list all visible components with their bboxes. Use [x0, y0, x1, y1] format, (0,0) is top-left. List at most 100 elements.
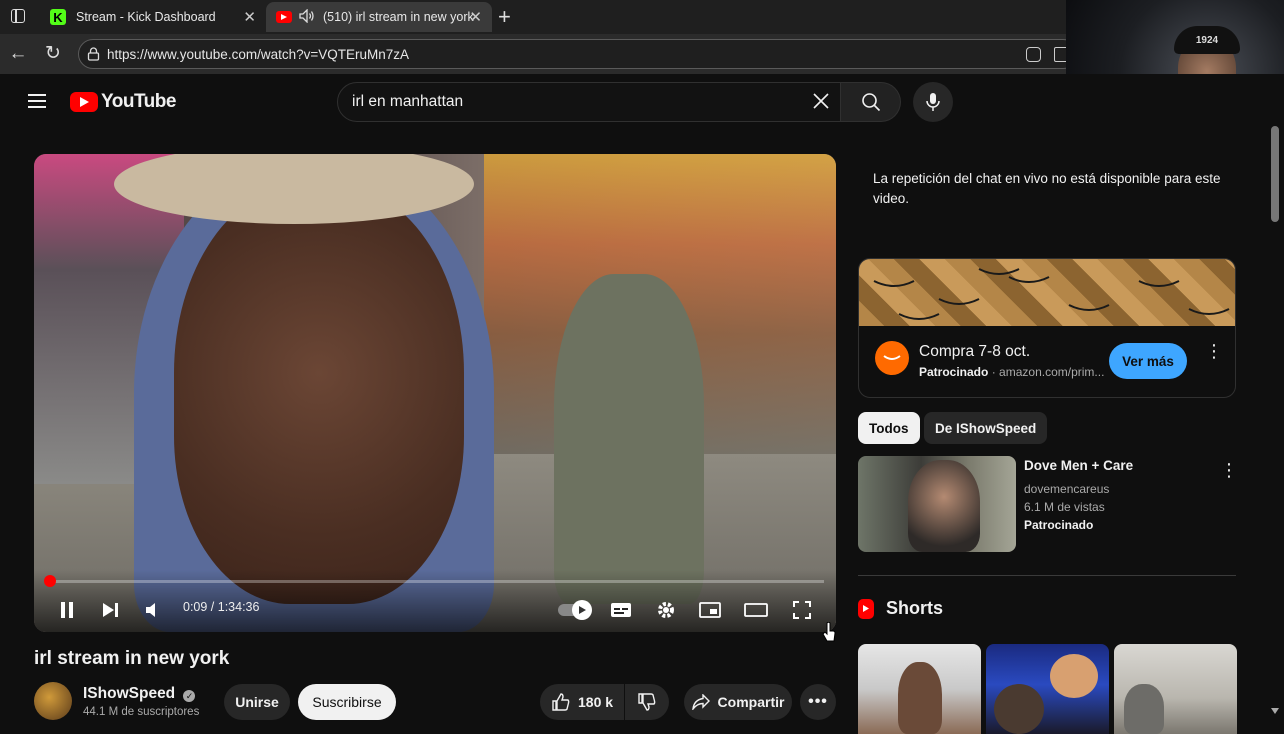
new-tab-icon[interactable]: + [498, 4, 511, 30]
ad-separator: · [991, 365, 1000, 379]
chip-from-channel[interactable]: De IShowSpeed [924, 412, 1048, 444]
youtube-header: YouTube irl en manhattan [0, 74, 1264, 130]
channel-row: IShowSpeed ✓ 44.1 M de suscriptores Unir… [34, 680, 836, 720]
webcam-cap: 1924 [1174, 26, 1240, 54]
tab-youtube[interactable]: (510) irl stream in new york ✕ [266, 2, 492, 32]
scrollbar-thumb[interactable] [1271, 126, 1279, 222]
subtitles-button[interactable] [609, 596, 633, 624]
progress-bar[interactable] [44, 575, 824, 587]
theater-mode-button[interactable] [743, 596, 769, 624]
sidebar-divider [858, 575, 1236, 576]
share-label: Compartir [717, 694, 785, 710]
volume-button[interactable] [142, 596, 164, 624]
fullscreen-button[interactable] [790, 596, 814, 624]
miniplayer-icon [699, 602, 721, 618]
autoplay-toggle[interactable] [556, 596, 592, 624]
thumbs-down-icon [638, 693, 656, 711]
mouse-cursor-icon [822, 621, 836, 647]
recommended-channel: dovemencareus [1024, 482, 1110, 496]
pause-icon [61, 602, 73, 618]
microphone-icon [926, 93, 940, 111]
video-person-face [174, 184, 464, 604]
chip-all[interactable]: Todos [858, 412, 920, 444]
recommended-video[interactable]: Dove Men + Care dovemencareus 6.1 M de v… [858, 456, 1238, 552]
tab-title: Stream - Kick Dashboard [76, 10, 216, 24]
amazon-logo-icon [875, 341, 909, 375]
search-button[interactable] [841, 82, 901, 122]
youtube-page: YouTube irl en manhattan 0:09 / 1:34:36 … [0, 74, 1284, 734]
tab-actions-icon[interactable] [11, 9, 25, 23]
share-icon [691, 694, 710, 710]
ad-sponsored-label: Patrocinado [919, 365, 989, 379]
pause-button[interactable] [56, 596, 78, 624]
shorts-label: Shorts [886, 598, 944, 618]
close-tab-icon[interactable]: ✕ [243, 8, 256, 26]
shorts-logo-icon [858, 598, 874, 619]
youtube-favicon-icon [276, 11, 292, 23]
subscriber-count: 44.1 M de suscriptores [83, 706, 200, 718]
recommended-thumbnail[interactable] [858, 456, 1016, 552]
short-thumbnail-1[interactable] [858, 644, 981, 734]
clear-search-icon[interactable] [810, 90, 832, 117]
like-count: 180 k [578, 694, 614, 710]
short-3-figure [1124, 684, 1164, 734]
verified-check-icon: ✓ [183, 690, 196, 702]
ad-domain: amazon.com/prim... [999, 365, 1105, 379]
ad-more-options-icon[interactable]: ⋮ [1205, 342, 1223, 360]
youtube-play-logo-icon [70, 92, 98, 112]
recommended-more-icon[interactable]: ⋮ [1220, 460, 1238, 481]
dislike-button[interactable] [625, 684, 669, 720]
gear-icon [658, 602, 674, 618]
tab-kick-dashboard[interactable]: K Stream - Kick Dashboard ✕ [40, 2, 266, 32]
reload-icon[interactable]: ↻ [41, 42, 65, 66]
short-2-person [994, 684, 1044, 734]
fullscreen-icon [793, 601, 811, 619]
speaker-icon[interactable] [299, 7, 315, 26]
subtitles-icon [611, 603, 631, 617]
next-icon [103, 603, 118, 617]
recommended-sponsored: Patrocinado [1024, 518, 1094, 532]
subscribe-button[interactable]: Suscribirse [298, 684, 396, 720]
miniplayer-button[interactable] [698, 596, 722, 624]
tab-title: (510) irl stream in new york [323, 10, 474, 24]
autoplay-play-icon [572, 600, 592, 620]
channel-name[interactable]: IShowSpeed ✓ [83, 685, 196, 703]
video-title: irl stream in new york [34, 648, 230, 669]
like-button[interactable]: 180 k [540, 684, 624, 720]
back-arrow-icon[interactable]: ← [6, 42, 30, 66]
thumbs-up-icon [552, 693, 570, 711]
progress-scrubber[interactable] [44, 575, 56, 587]
menu-icon[interactable] [28, 94, 46, 108]
voice-search-button[interactable] [913, 82, 953, 122]
join-button[interactable]: Unirse [224, 684, 290, 720]
short-1-figure [898, 662, 942, 734]
close-tab-icon[interactable]: ✕ [469, 8, 482, 26]
recommended-title: Dove Men + Care [1024, 458, 1134, 473]
address-bar[interactable]: https://www.youtube.com/watch?v=VQTEruMn… [78, 39, 1078, 69]
search-icon [861, 93, 880, 112]
copilot-icon[interactable] [1026, 47, 1041, 62]
ad-cta-button[interactable]: Ver más [1109, 343, 1187, 379]
youtube-logo[interactable]: YouTube [70, 91, 176, 113]
search-input[interactable]: irl en manhattan [337, 82, 841, 122]
scroll-down-arrow-icon[interactable] [1271, 708, 1279, 714]
next-button[interactable] [100, 596, 122, 624]
ad-card[interactable]: Compra 7-8 oct. Patrocinado · amazon.com… [858, 258, 1236, 398]
player-controls: 0:09 / 1:34:36 [34, 570, 836, 632]
site-info-icon[interactable] [87, 47, 100, 61]
more-horizontal-icon: ••• [808, 693, 828, 710]
page-scrollbar[interactable] [1266, 114, 1284, 720]
recommended-views: 6.1 M de vistas [1024, 500, 1105, 514]
settings-button[interactable] [654, 596, 678, 624]
share-button[interactable]: Compartir [684, 684, 792, 720]
url-text: https://www.youtube.com/watch?v=VQTEruMn… [107, 46, 410, 62]
more-actions-button[interactable]: ••• [800, 684, 836, 720]
short-2-figure [1050, 654, 1098, 698]
video-player[interactable]: 0:09 / 1:34:36 [34, 154, 836, 632]
channel-avatar[interactable] [34, 682, 72, 720]
thumbnail-person [908, 460, 980, 552]
short-thumbnail-3[interactable] [1114, 644, 1237, 734]
short-thumbnail-2[interactable] [986, 644, 1109, 734]
ad-meta: Patrocinado · amazon.com/prim... [919, 365, 1104, 379]
youtube-logo-text: YouTube [101, 91, 176, 112]
